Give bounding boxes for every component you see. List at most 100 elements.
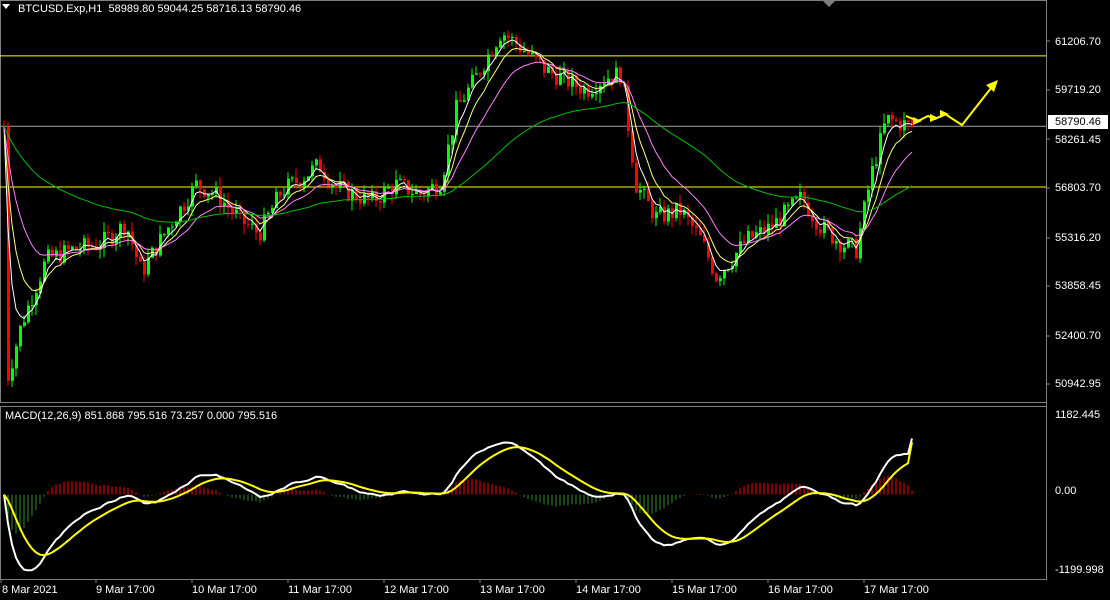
candle-body [379,200,382,203]
candle-body [359,199,362,204]
candle-body [267,212,270,215]
candle-body [259,232,262,241]
candle-body [759,227,762,233]
candle-body [15,346,18,369]
macd-panel-frame [0,406,1047,580]
ohlc-values: 58989.80 59044.25 58716.13 58790.46 [108,3,302,15]
candle-body [819,229,822,234]
price-tick-label: 55316.20 [1055,232,1101,244]
candle-body [663,207,666,222]
symbol-ohlc-header: BTCUSD.Exp,H1 58989.80 59044.25 58716.13… [18,3,301,15]
time-tick-label: 12 Mar 17:00 [384,584,449,596]
candle-body [651,201,654,219]
candle-body [163,233,166,235]
candle-body [139,257,142,262]
candle-body [899,120,902,131]
candle-body [831,227,834,244]
macd-tick-label: 0.00 [1055,485,1077,497]
candle-body [523,51,526,53]
candle-body [251,223,254,225]
candle-body [171,226,174,228]
current-price-tag: 58790.46 [1048,115,1108,129]
candle-body [331,185,334,187]
candle-body [199,180,202,190]
candle-body [559,73,562,85]
candle-body [867,189,870,202]
candle-body [387,187,390,189]
candle-body [715,273,718,282]
time-tick-label: 9 Mar 17:00 [96,584,155,596]
candle-body [291,177,294,179]
projection-arrow-marker [913,117,922,125]
price-tick-label: 56803.70 [1055,182,1101,194]
candle-body [403,179,406,181]
candle-body [787,204,790,206]
time-tick-label: 17 Mar 17:00 [864,584,929,596]
candle-body [479,73,482,75]
candle-body [71,246,74,250]
candle-body [247,223,250,225]
projection-arrow-path [905,82,996,127]
candle-body [723,270,726,279]
macd-header: MACD(12,26,9) 851.868 795.516 73.257 0.0… [5,410,277,422]
candle-body [719,278,722,282]
candle-body [847,239,850,248]
symbol-dropdown-icon[interactable] [2,4,10,9]
candle-body [527,51,530,55]
candle-body [887,115,890,124]
candle-body [875,164,878,167]
macd-line [3,438,913,572]
macd-values: 851.868 795.516 73.257 0.000 795.516 [84,410,278,422]
price-tick-label: 53858.45 [1055,280,1101,292]
macd-label: MACD(12,26,9) [5,410,82,422]
candle-body [471,74,474,88]
time-tick-label: 14 Mar 17:00 [576,584,641,596]
candle-body [463,100,466,102]
candle-body [51,249,54,257]
candle-body [751,231,754,238]
price-tick-label: 58261.45 [1055,134,1101,146]
candle-body [167,227,170,234]
time-tick-label: 10 Mar 17:00 [192,584,257,596]
candle-body [775,218,778,229]
price-panel-frame [0,0,1047,403]
price-tick-label: 52400.70 [1055,330,1101,342]
candle-body [547,67,550,73]
candle-body [871,166,874,190]
projection-arrow-marker [930,114,939,122]
candle-body [883,123,886,134]
candle-body [207,194,210,197]
candle-body [507,35,510,38]
candle-body [895,119,898,121]
chart-shift-marker [822,0,836,7]
price-chart-canvas[interactable] [0,0,1110,600]
candle-body [59,250,62,263]
candle-body [75,246,78,250]
macd-tick-label: 1182.445 [1055,409,1101,421]
candle-body [587,87,590,97]
time-tick-label: 15 Mar 17:00 [672,584,737,596]
time-tick-label: 8 Mar 2021 [2,584,58,596]
candle-body [451,135,454,145]
candle-body [279,191,282,196]
candle-body [835,241,838,244]
candle-body [459,99,462,102]
candle-body [411,193,414,195]
time-tick-label: 11 Mar 17:00 [288,584,353,596]
price-tick-label: 50942.95 [1055,378,1101,390]
price-tick-label: 59719.20 [1055,84,1101,96]
candle-body [591,94,594,97]
candle-body [335,185,338,189]
candle-body [739,241,742,253]
candle-body [47,249,50,262]
candle-body [19,325,22,347]
candle-body [83,238,86,250]
candle-body [511,36,514,38]
candle-body [195,180,198,187]
candle-body [235,209,238,213]
price-tick-label: 61206.70 [1055,36,1101,48]
candle-body [595,93,598,95]
candle-body [11,368,14,381]
candle-body [363,192,366,204]
candle-body [435,184,438,195]
